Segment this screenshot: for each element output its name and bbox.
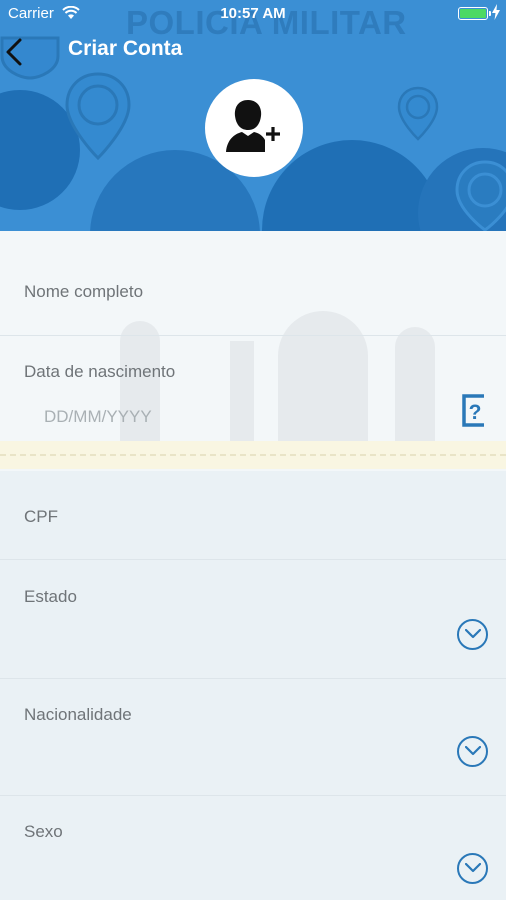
header: POLICIA MILITAR Carrier 10:57 AM Criar C… [0, 0, 506, 231]
cpf-label: CPF [24, 507, 58, 526]
data-nascimento-field[interactable]: Data de nascimento DD/MM/YYYY ? [0, 336, 506, 468]
estado-label: Estado [24, 587, 77, 606]
status-time: 10:57 AM [220, 5, 286, 22]
nome-completo-field[interactable]: Nome completo [0, 231, 506, 336]
chevron-down-icon [465, 863, 481, 873]
map-pin-decor-icon [397, 86, 439, 141]
nacionalidade-field[interactable]: Nacionalidade [0, 679, 506, 796]
battery-icon [458, 7, 491, 20]
registration-form: Nome completo Data de nascimento DD/MM/Y… [0, 231, 506, 900]
estado-field[interactable]: Estado [0, 560, 506, 679]
sexo-field[interactable]: Sexo [0, 796, 506, 900]
help-icon[interactable]: ? [460, 394, 488, 428]
svg-text:?: ? [469, 401, 482, 424]
sexo-label: Sexo [24, 822, 63, 841]
page-title: Criar Conta [68, 37, 183, 60]
nacionalidade-label: Nacionalidade [24, 705, 132, 724]
map-pin-decor-icon [65, 72, 131, 160]
cpf-field[interactable]: CPF [0, 474, 506, 560]
status-bar: Carrier 10:57 AM [0, 0, 506, 28]
map-pin-decor-icon [455, 160, 506, 231]
nome-completo-label: Nome completo [24, 282, 144, 301]
estado-dropdown-button[interactable] [457, 619, 488, 650]
data-nascimento-label: Data de nascimento [24, 362, 176, 381]
add-user-icon [226, 100, 280, 152]
sexo-dropdown-button[interactable] [457, 853, 488, 884]
add-photo-button[interactable] [205, 79, 303, 177]
back-button[interactable] [2, 36, 30, 68]
chevron-down-icon [465, 629, 481, 639]
nacionalidade-dropdown-button[interactable] [457, 736, 488, 767]
chevron-down-icon [465, 746, 481, 756]
data-nascimento-placeholder: DD/MM/YYYY [44, 407, 152, 426]
back-arrow-icon [6, 38, 22, 66]
charging-bolt-icon [492, 4, 500, 20]
